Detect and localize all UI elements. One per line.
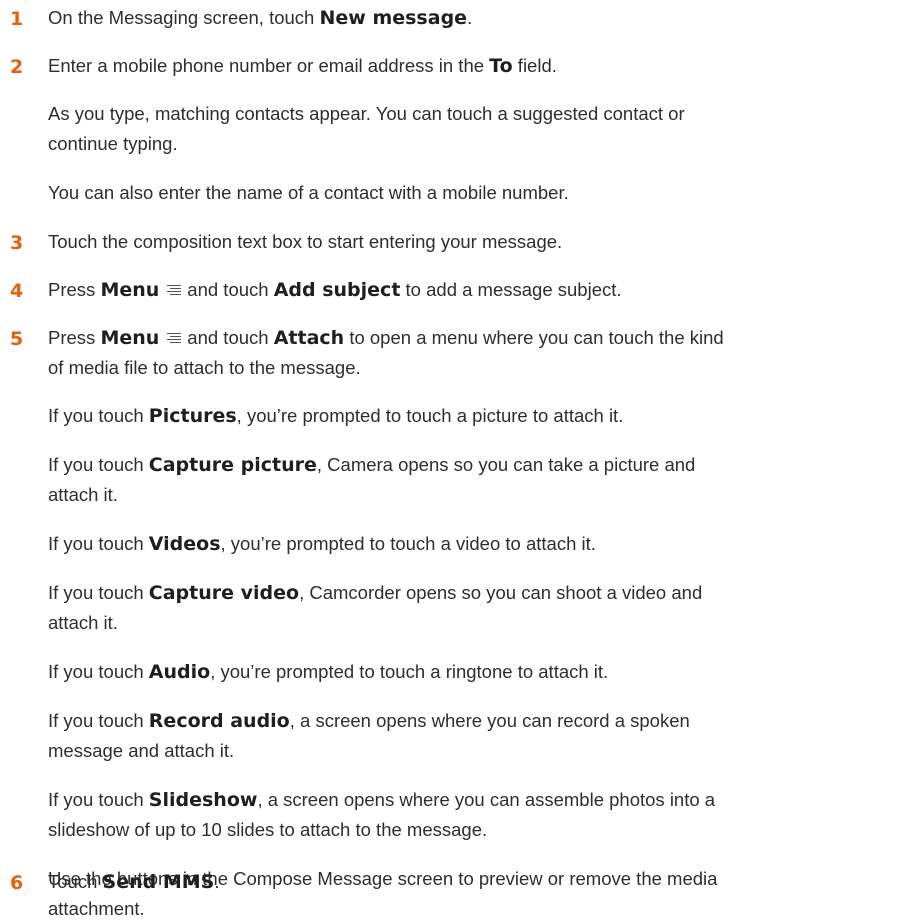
text-run: If you touch: [48, 661, 149, 682]
send-mms-term: Send MMS: [102, 871, 215, 893]
text-run: , a screen opens where you can record a …: [289, 710, 690, 731]
videos-paragraph: If you touch Videos, you’re prompted to …: [48, 530, 893, 558]
text-run: field.: [512, 55, 557, 76]
text-run: to add a message subject.: [400, 279, 622, 300]
text-run: Press: [48, 279, 101, 300]
step-number: 3: [10, 232, 24, 254]
slideshow-paragraph-continued: slideshow of up to 10 slides to attach t…: [48, 819, 488, 840]
text-run: .: [214, 871, 220, 892]
menu-icon: [167, 332, 182, 344]
text-run: If you touch: [48, 533, 149, 554]
capture-video-paragraph: If you touch Capture video, Camcorder op…: [48, 579, 893, 607]
step-text: Enter a mobile phone number or email add…: [48, 52, 893, 80]
capture-video-paragraph-continued: attach it.: [48, 612, 118, 633]
text-run: If you touch: [48, 405, 149, 426]
step-number: 1: [10, 8, 24, 30]
step-text-continued: of media file to attach to the message.: [48, 357, 361, 378]
step-text: Touch Send MMS.: [48, 868, 893, 896]
audio-paragraph: If you touch Audio, you’re prompted to t…: [48, 658, 893, 686]
text-run: and touch: [187, 327, 274, 348]
text-run: If you touch: [48, 582, 149, 603]
text-run: , you’re prompted to touch a ringtone to…: [210, 661, 609, 682]
capture-picture-paragraph-continued: attach it.: [48, 484, 118, 505]
slideshow-paragraph: If you touch Slideshow, a screen opens w…: [48, 786, 893, 814]
text-run: .: [467, 7, 473, 28]
record-audio-paragraph-continued: message and attach it.: [48, 740, 235, 761]
text-run: Press: [48, 327, 101, 348]
text-run: , Camcorder opens so you can shoot a vid…: [299, 582, 703, 603]
videos-term: Videos: [148, 533, 221, 555]
step-paragraph: As you type, matching contacts appear. Y…: [48, 103, 685, 124]
menu-icon: [167, 284, 182, 296]
text-run: Touch: [48, 871, 103, 892]
compose-buttons-paragraph-continued: attachment.: [48, 898, 145, 919]
text-run: and touch: [187, 279, 274, 300]
step-number: 6: [10, 872, 24, 894]
record-audio-term: Record audio: [148, 710, 290, 732]
text-run: If you touch: [48, 789, 149, 810]
pictures-term: Pictures: [148, 405, 237, 427]
text-run: If you touch: [48, 454, 149, 475]
text-run: , Camera opens so you can take a picture…: [316, 454, 696, 475]
attach-term: Attach: [273, 327, 345, 349]
new-message-term: New message: [319, 7, 468, 29]
text-run: Enter a mobile phone number or email add…: [48, 55, 490, 76]
capture-picture-term: Capture picture: [148, 454, 317, 476]
text-run: , you’re prompted to touch a picture to …: [236, 405, 624, 426]
capture-picture-paragraph: If you touch Capture picture, Camera ope…: [48, 451, 893, 479]
text-run: On the Messaging screen, touch: [48, 7, 320, 28]
step-number: 2: [10, 56, 24, 78]
text-run: to open a menu where you can touch the k…: [344, 327, 724, 348]
step-number: 5: [10, 328, 24, 350]
step-number: 4: [10, 280, 24, 302]
step-paragraph: continue typing.: [48, 133, 178, 154]
add-subject-term: Add subject: [273, 279, 401, 301]
step-text: Press Menu and touch Add subject to add a…: [48, 276, 893, 304]
slideshow-term: Slideshow: [148, 789, 258, 811]
to-field-term: To: [489, 55, 513, 77]
record-audio-paragraph: If you touch Record audio, a screen open…: [48, 707, 893, 735]
step-paragraph: You can also enter the name of a contact…: [48, 182, 569, 203]
pictures-paragraph: If you touch Pictures, you’re prompted t…: [48, 402, 893, 430]
text-run: , you’re prompted to touch a video to at…: [220, 533, 596, 554]
text-run: , a screen opens where you can assemble …: [257, 789, 716, 810]
step-text: On the Messaging screen, touch New messa…: [48, 4, 893, 32]
step-text: Touch the composition text box to start …: [48, 231, 563, 252]
menu-term: Menu: [100, 327, 160, 349]
step-text: Press Menu and touch Attach to open a men…: [48, 324, 893, 352]
audio-term: Audio: [148, 661, 211, 683]
capture-video-term: Capture video: [148, 582, 300, 604]
menu-term: Menu: [100, 279, 160, 301]
instruction-document: 1 On the Messaging screen, touch New mes…: [0, 0, 905, 919]
text-run: If you touch: [48, 710, 149, 731]
